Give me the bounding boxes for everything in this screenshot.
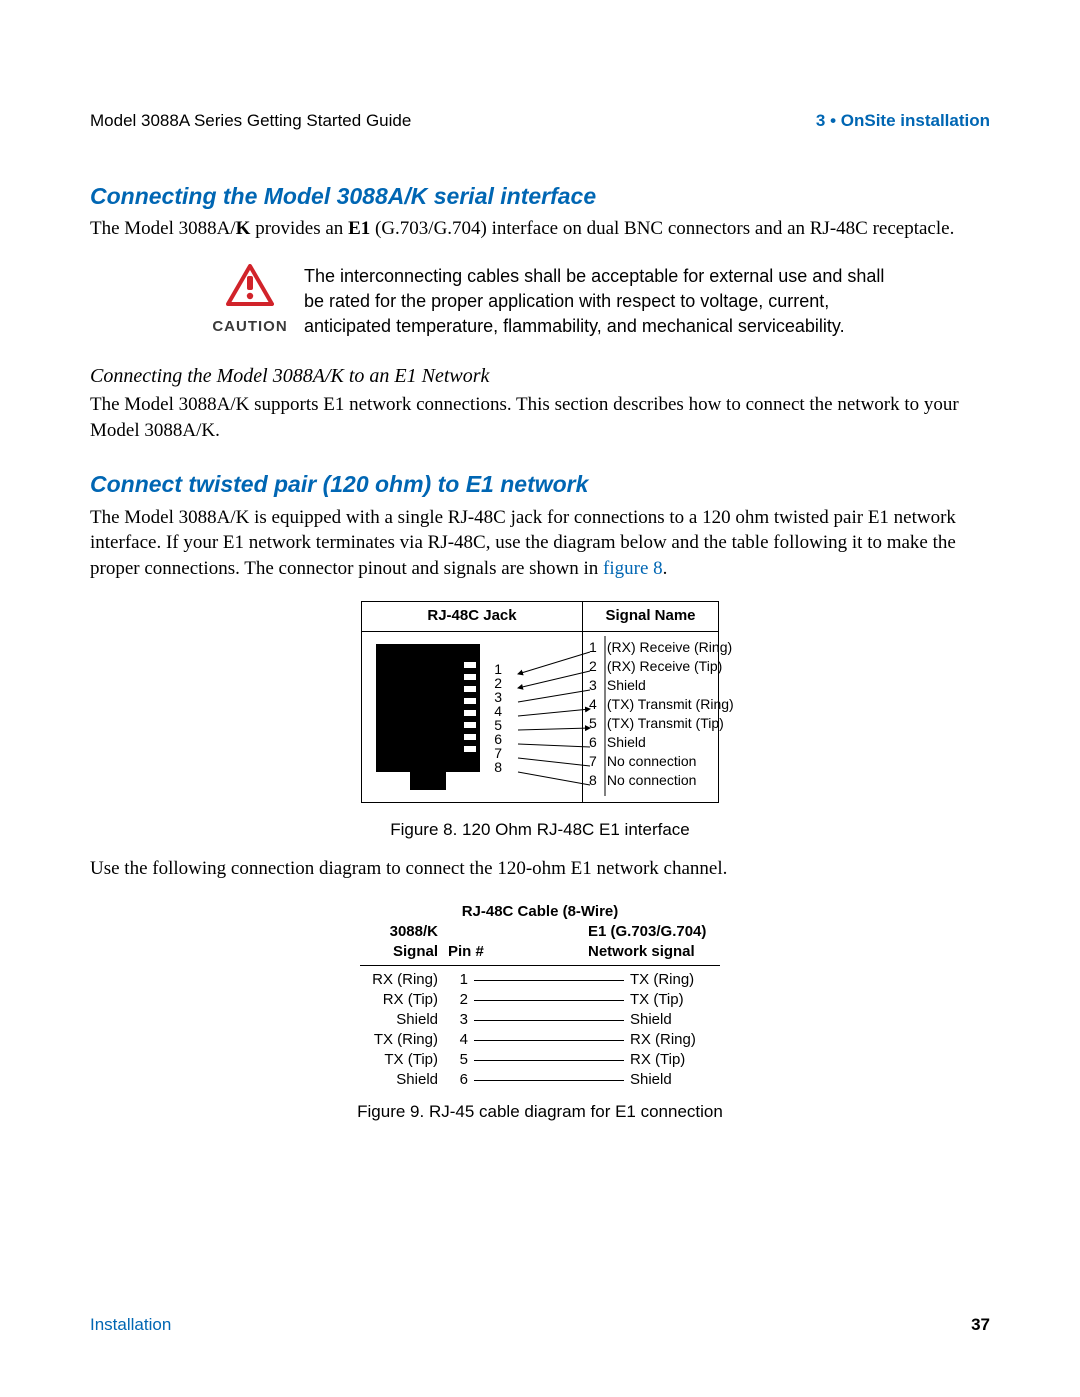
- fig9-right-head1: E1 (G.703/G.704): [498, 922, 720, 942]
- caution-label: CAUTION: [210, 317, 290, 337]
- fig9-row: TX (Ring)4RX (Ring): [360, 1030, 720, 1050]
- fig9-title: RJ-48C Cable (8-Wire): [360, 902, 720, 922]
- figure-9: RJ-48C Cable (8-Wire) 3088/K E1 (G.703/G…: [90, 902, 990, 1124]
- fig9-right-head2: Network signal: [498, 942, 720, 962]
- text: The Model 3088A/K is equipped with a sin…: [90, 507, 956, 579]
- subheading-e1-network: Connecting the Model 3088A/K to an E1 Ne…: [90, 363, 990, 390]
- fig9-row: RX (Ring)1TX (Ring): [360, 970, 720, 990]
- text: The Model 3088A/: [90, 218, 236, 239]
- running-footer: Installation 37: [90, 1314, 990, 1337]
- fig8-col-signal-header: Signal Name: [583, 602, 718, 630]
- page-number: 37: [971, 1314, 990, 1337]
- paragraph-twisted-pair: The Model 3088A/K is equipped with a sin…: [90, 505, 990, 582]
- fig8-header-row: RJ-48C Jack Signal Name: [362, 602, 718, 631]
- page: Model 3088A Series Getting Started Guide…: [0, 0, 1080, 1397]
- fig9-row: RX (Tip)2TX (Tip): [360, 990, 720, 1010]
- fig8-table: RJ-48C Jack Signal Name: [361, 601, 719, 802]
- heading-twisted-pair: Connect twisted pair (120 ohm) to E1 net…: [90, 469, 990, 500]
- fig9-subhead-row2: Signal Pin # Network signal: [360, 942, 720, 965]
- fig9-row: TX (Tip)5RX (Tip): [360, 1050, 720, 1070]
- caution-text: The interconnecting cables shall be acce…: [304, 264, 890, 340]
- text-bold: K: [236, 218, 251, 239]
- fig9-diagram: RJ-48C Cable (8-Wire) 3088/K E1 (G.703/G…: [360, 902, 720, 1090]
- caution-icon-wrap: CAUTION: [210, 264, 290, 338]
- figure-link[interactable]: figure 8: [603, 558, 663, 579]
- fig8-jack-cell: 1 2 3 4 5 6 7 8: [362, 632, 583, 802]
- caution-block: CAUTION The interconnecting cables shall…: [210, 264, 890, 340]
- fig8-wires: [372, 638, 592, 808]
- fig9-row: Shield6Shield: [360, 1070, 720, 1090]
- heading-connect-serial: Connecting the Model 3088A/K serial inte…: [90, 181, 990, 212]
- header-doc-title: Model 3088A Series Getting Started Guide: [90, 110, 411, 133]
- figure-8-caption: Figure 8. 120 Ohm RJ-48C E1 interface: [90, 819, 990, 842]
- fig9-subhead-row1: 3088/K E1 (G.703/G.704): [360, 922, 720, 942]
- header-chapter: 3 • OnSite installation: [816, 110, 990, 133]
- fig9-row: Shield3Shield: [360, 1010, 720, 1030]
- text: provides an: [250, 218, 348, 239]
- fig9-mid-head: Pin #: [438, 942, 498, 962]
- warning-icon: [226, 264, 274, 308]
- footer-section-name: Installation: [90, 1314, 171, 1337]
- fig9-left-head1: 3088/K: [360, 922, 438, 942]
- fig8-body: 1 2 3 4 5 6 7 8: [362, 632, 718, 802]
- fig9-left-head2: Signal: [360, 942, 438, 962]
- figure-9-caption: Figure 9. RJ-45 cable diagram for E1 con…: [90, 1101, 990, 1124]
- paragraph-e1-network: The Model 3088A/K supports E1 network co…: [90, 392, 990, 443]
- fig8-col-jack-header: RJ-48C Jack: [362, 602, 583, 630]
- text-bold: E1: [348, 218, 370, 239]
- paragraph-after-fig8: Use the following connection diagram to …: [90, 856, 990, 882]
- text: .: [663, 558, 668, 579]
- running-header: Model 3088A Series Getting Started Guide…: [90, 110, 990, 133]
- fig8-signal-cell: 1 (RX) Receive (Ring) 2 (RX) Receive (Ti…: [583, 632, 718, 802]
- figure-8: RJ-48C Jack Signal Name: [90, 601, 990, 842]
- text: (G.703/G.704) interface on dual BNC conn…: [370, 218, 954, 239]
- paragraph-intro: The Model 3088A/K provides an E1 (G.703/…: [90, 216, 990, 242]
- fig8-sig-divider: [583, 632, 718, 802]
